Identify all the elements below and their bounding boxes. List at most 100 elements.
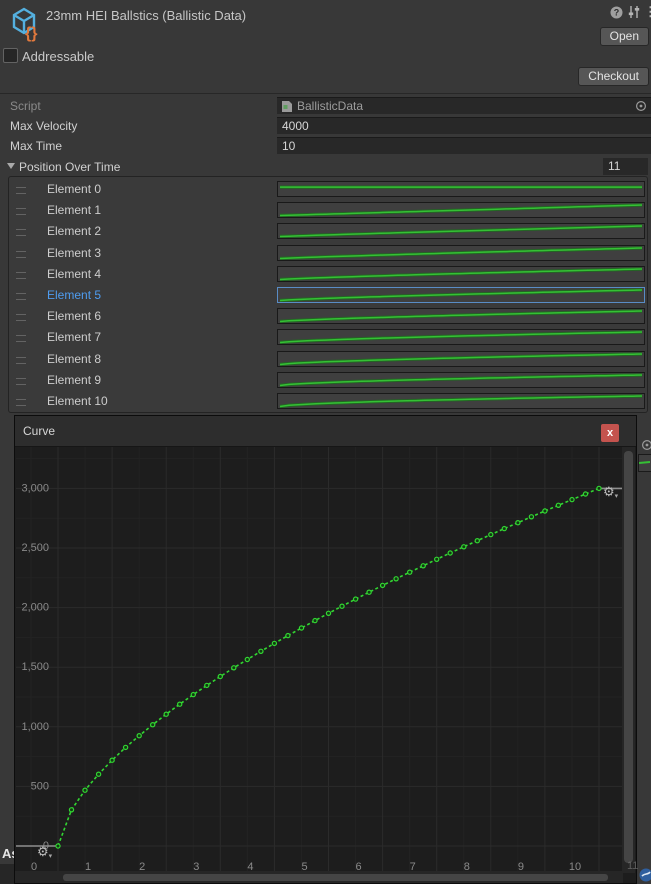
- drag-handle-icon[interactable]: [16, 399, 26, 406]
- element-label[interactable]: Element 0: [47, 182, 101, 196]
- curve-window-title: Curve: [23, 424, 55, 438]
- foldout-arrow-icon[interactable]: [7, 163, 15, 169]
- element-row[interactable]: Element 8: [0, 351, 651, 368]
- x-tick-11-clipped: 11: [627, 860, 638, 872]
- script-file-icon: [281, 100, 293, 113]
- element-curve-field[interactable]: [277, 308, 645, 324]
- curve-thumbnail: [278, 267, 644, 281]
- drag-handle-icon[interactable]: [16, 272, 26, 279]
- drag-handle-icon[interactable]: [16, 335, 26, 342]
- object-picker-icon-background[interactable]: [641, 439, 651, 451]
- element-curve-field[interactable]: [277, 287, 645, 303]
- svg-text:3,000: 3,000: [21, 482, 49, 494]
- svg-text:1,500: 1,500: [21, 661, 49, 673]
- element-row[interactable]: Element 1: [0, 202, 651, 219]
- element-curve-field[interactable]: [277, 245, 645, 261]
- drag-handle-icon[interactable]: [16, 251, 26, 258]
- curve-thumbnail: [278, 288, 644, 302]
- element-label[interactable]: Element 1: [47, 203, 101, 217]
- element-curve-field[interactable]: [277, 266, 645, 282]
- max-velocity-label: Max Velocity: [10, 119, 77, 133]
- background-curve-field-fragment: [638, 454, 651, 472]
- element-row[interactable]: Element 7: [0, 329, 651, 346]
- element-curve-field[interactable]: [277, 329, 645, 345]
- curve-thumbnail: [278, 182, 644, 196]
- svg-text:1,000: 1,000: [21, 721, 49, 733]
- drag-handle-icon[interactable]: [16, 293, 26, 300]
- element-label[interactable]: Element 3: [47, 246, 101, 260]
- svg-text:500: 500: [31, 780, 49, 792]
- element-label[interactable]: Element 4: [47, 267, 101, 281]
- curve-key-gear-icon-start[interactable]: ⚙▾: [37, 845, 52, 863]
- element-label[interactable]: Element 8: [47, 352, 101, 366]
- array-size-field[interactable]: 11: [603, 158, 648, 175]
- element-curve-field[interactable]: [277, 181, 645, 197]
- unity-inspector-window: {} 23mm HEI Ballstics (Ballistic Data) ?…: [0, 0, 651, 884]
- element-label[interactable]: Element 7: [47, 330, 101, 344]
- element-row[interactable]: Element 0: [0, 181, 651, 198]
- horizontal-scrollbar-thumb[interactable]: [63, 874, 608, 881]
- scriptable-object-icon: {}: [8, 5, 42, 43]
- header-separator: [0, 93, 651, 94]
- drag-handle-icon[interactable]: [16, 187, 26, 194]
- help-icon[interactable]: ?: [610, 6, 623, 19]
- curve-key-gear-icon-end[interactable]: ⚙▾: [603, 485, 618, 503]
- horizontal-scrollbar[interactable]: [15, 871, 623, 883]
- element-curve-field[interactable]: [277, 372, 645, 388]
- element-row[interactable]: Element 10: [0, 393, 651, 410]
- curve-thumbnail: [278, 330, 644, 344]
- menu-icon[interactable]: ⋮: [644, 4, 651, 20]
- addressable-checkbox[interactable]: [3, 48, 18, 63]
- max-time-label: Max Time: [10, 139, 62, 153]
- vertical-scrollbar-thumb[interactable]: [624, 451, 633, 863]
- curve-window-titlebar[interactable]: Curve x: [15, 416, 636, 447]
- drag-handle-icon[interactable]: [16, 208, 26, 215]
- element-curve-field[interactable]: [277, 223, 645, 239]
- background-corner-fragment: [0, 864, 14, 884]
- curve-editor-window: Curve x 01234567891005001,0001,5002,0002…: [14, 415, 637, 884]
- open-button[interactable]: Open: [600, 27, 649, 46]
- element-label[interactable]: Element 2: [47, 224, 101, 238]
- element-row[interactable]: Element 9: [0, 372, 651, 389]
- array-foldout-label[interactable]: Position Over Time: [19, 160, 120, 174]
- element-row[interactable]: Element 5: [0, 287, 651, 304]
- element-label[interactable]: Element 9: [47, 373, 101, 387]
- max-velocity-field[interactable]: 4000: [277, 117, 651, 134]
- object-picker-icon[interactable]: [635, 100, 647, 112]
- element-row[interactable]: Element 6: [0, 308, 651, 325]
- script-label: Script: [10, 99, 41, 113]
- curve-thumbnail: [278, 352, 644, 366]
- svg-text:?: ?: [614, 8, 620, 18]
- element-curve-field[interactable]: [277, 351, 645, 367]
- curve-thumbnail: [278, 224, 644, 238]
- curve-thumbnail: [278, 394, 644, 408]
- curve-thumbnail: [278, 309, 644, 323]
- asset-title: 23mm HEI Ballstics (Ballistic Data): [46, 8, 246, 23]
- drag-handle-icon[interactable]: [16, 314, 26, 321]
- element-row[interactable]: Element 4: [0, 266, 651, 283]
- script-object-field[interactable]: BallisticData: [277, 97, 651, 114]
- addressable-label: Addressable: [22, 49, 94, 64]
- svg-text:2,500: 2,500: [21, 542, 49, 554]
- element-curve-field[interactable]: [277, 202, 645, 218]
- element-curve-field[interactable]: [277, 393, 645, 409]
- element-label[interactable]: Element 10: [47, 394, 108, 408]
- presets-icon[interactable]: [627, 5, 641, 19]
- element-row[interactable]: Element 3: [0, 245, 651, 262]
- svg-text:2,000: 2,000: [21, 602, 49, 614]
- curve-editor-canvas[interactable]: 01234567891005001,0001,5002,0002,5003,00…: [16, 447, 623, 873]
- max-time-field[interactable]: 10: [277, 137, 651, 154]
- curve-thumbnail: [278, 373, 644, 387]
- curve-thumbnail: [278, 203, 644, 217]
- drag-handle-icon[interactable]: [16, 357, 26, 364]
- checkout-button[interactable]: Checkout: [578, 67, 649, 86]
- element-label[interactable]: Element 5: [47, 288, 101, 302]
- drag-handle-icon[interactable]: [16, 378, 26, 385]
- close-button[interactable]: x: [601, 424, 619, 442]
- svg-text:{}: {}: [25, 25, 37, 42]
- element-label[interactable]: Element 6: [47, 309, 101, 323]
- script-value: BallisticData: [297, 99, 363, 113]
- drag-handle-icon[interactable]: [16, 229, 26, 236]
- vertical-scrollbar[interactable]: [622, 447, 635, 873]
- element-row[interactable]: Element 2: [0, 223, 651, 240]
